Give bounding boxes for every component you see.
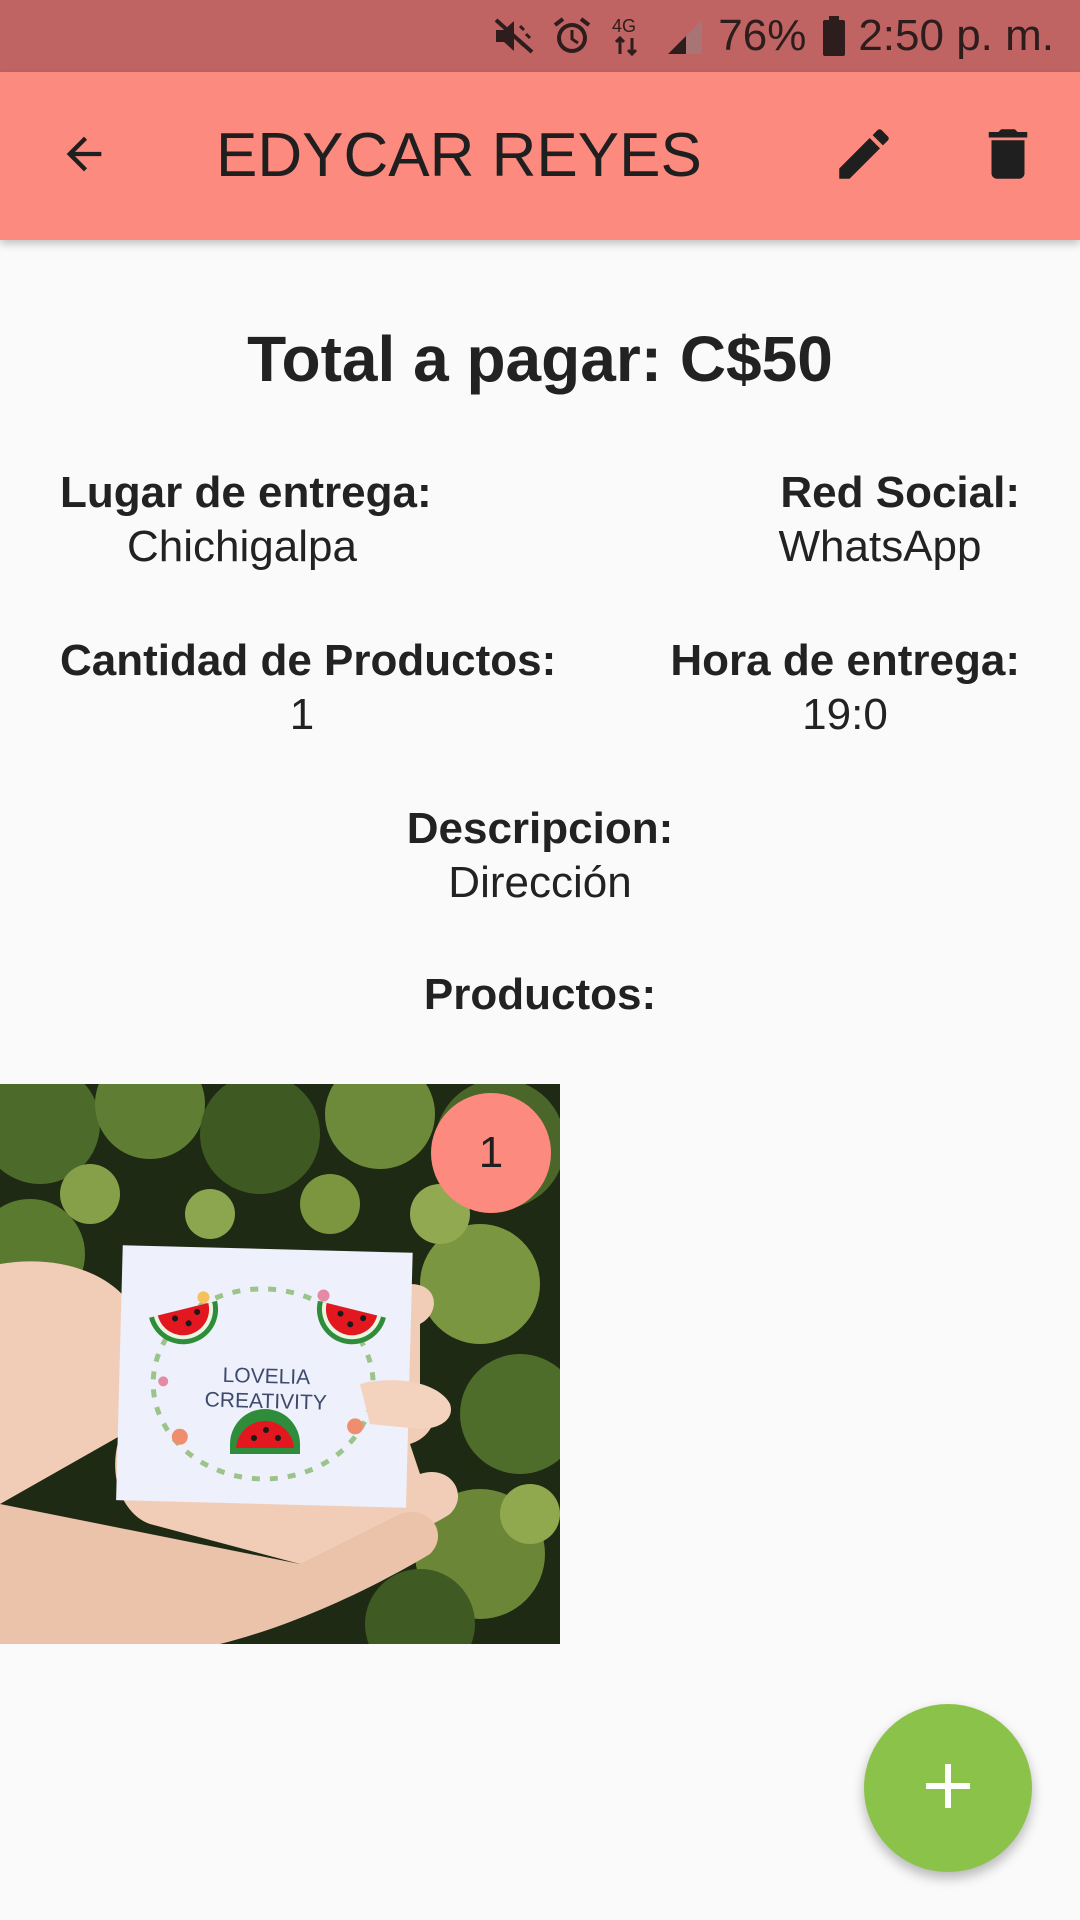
social-network-value: WhatsApp (778, 522, 982, 571)
product-count-field: Cantidad de Productos: 1 (60, 634, 557, 742)
delete-button[interactable] (968, 116, 1048, 196)
back-button[interactable] (44, 116, 124, 196)
network-4g-icon: 4G (608, 14, 648, 58)
battery-icon (822, 15, 846, 57)
network-4g-text: 4G (612, 16, 636, 36)
social-network-field: Red Social: WhatsApp (740, 466, 1021, 574)
products-heading: Productos: (423, 970, 657, 1019)
pencil-icon (831, 121, 897, 192)
mute-icon (492, 16, 536, 56)
description-field: Descripcion: Dirección (0, 802, 1080, 910)
app-bar: EDYCAR REYES (0, 72, 1080, 240)
delivery-place-field: Lugar de entrega: Chichigalpa (60, 466, 432, 574)
total-to-pay: Total a pagar: C$50 (247, 323, 833, 395)
add-button[interactable] (864, 1704, 1032, 1872)
delivery-time-value: 19:0 (802, 690, 888, 739)
delivery-time-field: Hora de entrega: 19:0 (670, 634, 1020, 742)
description-value: Dirección (448, 858, 632, 907)
delivery-place-label: Lugar de entrega: (60, 468, 432, 517)
delivery-time-label: Hora de entrega: (670, 636, 1020, 685)
product-count-value: 1 (289, 690, 315, 739)
product-count-label: Cantidad de Productos: (60, 636, 557, 685)
social-network-label: Red Social: (780, 468, 1020, 517)
signal-icon (664, 16, 704, 56)
battery-percent: 76% (718, 11, 807, 60)
card-brand-line1: LOVELIA (222, 1364, 310, 1389)
description-label: Descripcion: (406, 804, 674, 853)
edit-button[interactable] (824, 116, 904, 196)
alarm-icon (552, 16, 592, 56)
trash-icon (975, 121, 1041, 192)
delivery-place-value: Chichigalpa (127, 522, 357, 571)
plus-icon (918, 1756, 978, 1821)
page-title: EDYCAR REYES (216, 121, 702, 190)
status-bar: 4G 76% 2:50 p. m. (0, 0, 1080, 72)
arrow-back-icon (58, 128, 110, 185)
status-time: 2:50 p. m. (858, 11, 1054, 60)
product-quantity-badge: 1 (431, 1093, 551, 1213)
